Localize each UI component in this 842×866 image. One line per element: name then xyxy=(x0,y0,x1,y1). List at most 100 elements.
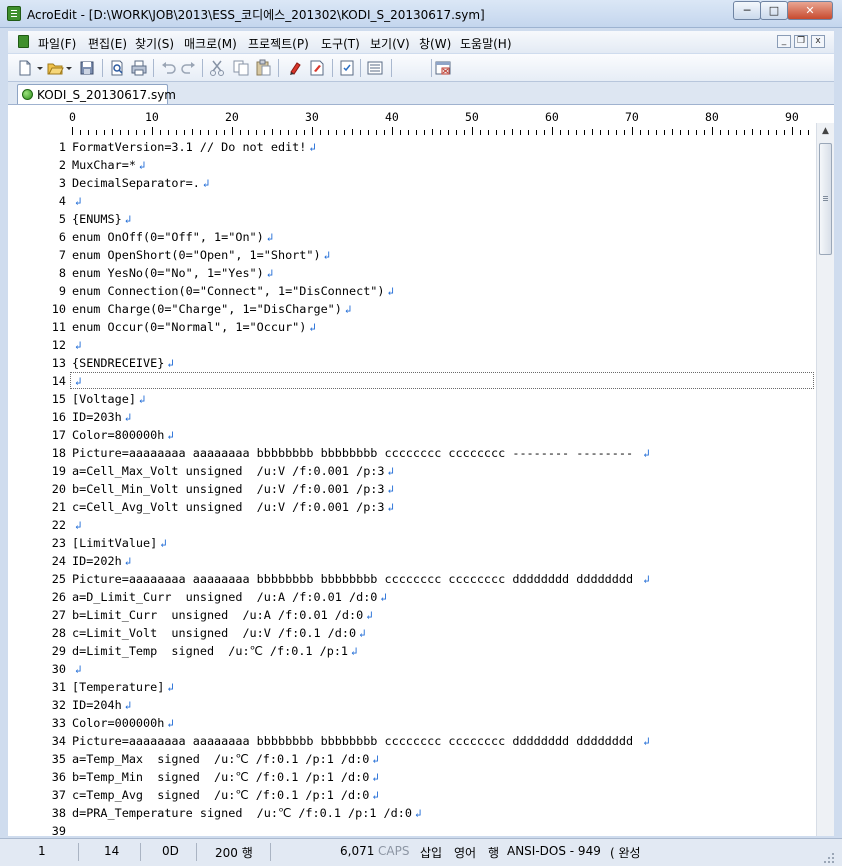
menu-view[interactable]: 보기(V) xyxy=(370,35,410,52)
line-text: c=Cell_Avg_Volt unsigned /u:V /f:0.001 /… xyxy=(72,498,394,517)
copy-icon[interactable] xyxy=(232,59,250,77)
line-text: DecimalSeparator=. ↲ xyxy=(72,174,209,193)
undo-icon[interactable] xyxy=(159,59,177,77)
code-line[interactable]: 30 ↲ xyxy=(8,660,814,678)
menu-find[interactable]: 찾기(S) xyxy=(135,35,174,52)
menu-help[interactable]: 도움말(H) xyxy=(460,35,512,52)
new-file-icon[interactable] xyxy=(16,59,34,77)
status-encoding[interactable]: ANSI-DOS - 949 xyxy=(507,844,601,858)
ruler-tick xyxy=(528,130,529,135)
code-line[interactable]: 29 d=Limit_Temp signed /u:℃ /f:0.1 /p:1 ↲ xyxy=(8,642,814,660)
ruler-tick xyxy=(312,127,313,135)
menu-macro[interactable]: 매크로(M) xyxy=(184,35,237,52)
code-line[interactable]: 33 Color=000000h ↲ xyxy=(8,714,814,732)
code-line[interactable]: 6 enum OnOff(0="Off", 1="On") ↲ xyxy=(8,228,814,246)
properties-icon[interactable] xyxy=(338,59,356,77)
code-line[interactable]: 35 a=Temp_Max signed /u:℃ /f:0.1 /p:1 /d:… xyxy=(8,750,814,768)
line-text: a=D_Limit_Curr unsigned /u:A /f:0.01 /d:… xyxy=(72,588,387,607)
status-insert-mode[interactable]: 삽입 xyxy=(420,844,442,861)
code-line[interactable]: 1 FormatVersion=3.1 // Do not edit! ↲ xyxy=(8,138,814,156)
doc-minimize-button[interactable]: _ xyxy=(777,35,791,48)
code-line[interactable]: 32 ID=204h ↲ xyxy=(8,696,814,714)
code-line[interactable]: 3 DecimalSeparator=. ↲ xyxy=(8,174,814,192)
code-line[interactable]: 14 ↲ xyxy=(8,372,814,390)
code-line[interactable]: 22 ↲ xyxy=(8,516,814,534)
code-line[interactable]: 7 enum OpenShort(0="Open", 1="Short") ↲ xyxy=(8,246,814,264)
menu-file[interactable]: 파일(F) xyxy=(38,35,76,52)
close-window-icon[interactable] xyxy=(434,59,452,77)
print-icon[interactable] xyxy=(130,59,148,77)
scroll-thumb[interactable] xyxy=(819,143,832,255)
maximize-button[interactable]: □ xyxy=(760,1,788,20)
open-folder-icon[interactable] xyxy=(46,59,64,77)
menu-edit[interactable]: 편집(E) xyxy=(88,35,127,52)
print-preview-icon[interactable] xyxy=(108,59,126,77)
paste-icon[interactable] xyxy=(254,59,272,77)
code-line[interactable]: 11 enum Occur(0="Normal", 1="Occur") ↲ xyxy=(8,318,814,336)
doc-close-button[interactable]: x xyxy=(811,35,825,48)
code-line[interactable]: 36 b=Temp_Min signed /u:℃ /f:0.1 /p:1 /d:… xyxy=(8,768,814,786)
status-row-mode: 행 xyxy=(488,846,500,860)
chevron-down-icon[interactable] xyxy=(35,59,45,77)
code-line[interactable]: 16 ID=203h ↲ xyxy=(8,408,814,426)
line-text: ↲ xyxy=(72,336,82,355)
code-line[interactable]: 20 b=Cell_Min_Volt unsigned /u:V /f:0.001… xyxy=(8,480,814,498)
editor-pane[interactable]: 0 10 20 30 40 50 60 70 80 90 1 FormatVersion=3.1 /… xyxy=(8,105,834,836)
code-line[interactable]: 31 [Temperature] ↲ xyxy=(8,678,814,696)
code-line[interactable]: 10 enum Charge(0="Charge", 1="DisCharge")… xyxy=(8,300,814,318)
code-line[interactable]: 37 c=Temp_Avg signed /u:℃ /f:0.1 /p:1 /d:… xyxy=(8,786,814,804)
menu-project[interactable]: 프로젝트(P) xyxy=(248,35,309,52)
code-line[interactable]: 21 c=Cell_Avg_Volt unsigned /u:V /f:0.001… xyxy=(8,498,814,516)
code-line[interactable]: 13 {SENDRECEIVE} ↲ xyxy=(8,354,814,372)
code-line[interactable]: 28 c=Limit_Volt unsigned /u:V /f:0.1 /d:0… xyxy=(8,624,814,642)
doc-restore-button[interactable]: ❐ xyxy=(794,35,808,48)
code-line[interactable]: 12 ↲ xyxy=(8,336,814,354)
chevron-down-icon[interactable] xyxy=(64,59,74,77)
code-line[interactable]: 9 enum Connection(0="Connect", 1="DisConn… xyxy=(8,282,814,300)
ruler-tick xyxy=(616,130,617,135)
line-content: [LimitValue] xyxy=(72,536,158,550)
code-line[interactable]: 23 [LimitValue] ↲ xyxy=(8,534,814,552)
scroll-up-arrow[interactable]: ▲ xyxy=(817,123,834,139)
minimize-button[interactable]: ─ xyxy=(733,1,761,20)
line-text: enum Connection(0="Connect", 1="DisConne… xyxy=(72,282,394,301)
menu-window[interactable]: 창(W) xyxy=(419,35,451,52)
code-line[interactable]: 17 Color=800000h ↲ xyxy=(8,426,814,444)
line-break-icon: ↲ xyxy=(372,789,379,802)
code-line[interactable]: 39 xyxy=(8,822,814,836)
ruler-tick xyxy=(392,127,393,135)
bookmark-icon[interactable] xyxy=(286,59,304,77)
code-line[interactable]: 26 a=D_Limit_Curr unsigned /u:A /f:0.01 /… xyxy=(8,588,814,606)
tab-kodi-s-20130617[interactable]: KODI_S_20130617.sym xyxy=(17,84,176,104)
code-line[interactable]: 4 ↲ xyxy=(8,192,814,210)
code-line[interactable]: 19 a=Cell_Max_Volt unsigned /u:V /f:0.001… xyxy=(8,462,814,480)
code-line[interactable]: 18 Picture=aaaaaaaa aaaaaaaa bbbbbbbb bbb… xyxy=(8,444,814,462)
ruler-tick xyxy=(752,129,753,135)
menu-tools[interactable]: 도구(T) xyxy=(321,35,360,52)
line-break-icon: ↲ xyxy=(387,501,395,514)
code-line[interactable]: 15 [Voltage] ↲ xyxy=(8,390,814,408)
line-content: ID=203h xyxy=(72,410,122,424)
vertical-scrollbar[interactable]: ▲ xyxy=(816,123,834,836)
bookmark-next-icon[interactable] xyxy=(308,59,326,77)
redo-icon[interactable] xyxy=(180,59,198,77)
cut-icon[interactable] xyxy=(208,59,226,77)
code-line[interactable]: 2 MuxChar=* ↲ xyxy=(8,156,814,174)
line-number: 29 xyxy=(51,644,66,658)
code-line[interactable]: 34 Picture=aaaaaaaa aaaaaaaa bbbbbbbb bbb… xyxy=(8,732,814,750)
resize-grip-icon[interactable] xyxy=(822,851,836,865)
code-line[interactable]: 27 b=Limit_Curr unsigned /u:A /f:0.01 /d:… xyxy=(8,606,814,624)
list-icon[interactable] xyxy=(366,59,384,77)
code-line[interactable]: 5 {ENUMS} ↲ xyxy=(8,210,814,228)
save-icon[interactable] xyxy=(78,59,96,77)
code-line[interactable]: 25 Picture=aaaaaaaa aaaaaaaa bbbbbbbb bbb… xyxy=(8,570,814,588)
code-line[interactable]: 24 ID=202h ↲ xyxy=(8,552,814,570)
code-line[interactable]: 8 enum YesNo(0="No", 1="Yes") ↲ xyxy=(8,264,814,282)
line-text: ID=203h ↲ xyxy=(72,408,131,427)
ruler-label: 40 xyxy=(385,110,399,124)
ruler-tick xyxy=(712,127,713,135)
code-line[interactable]: 38 d=PRA_Temperature signed /u:℃ /f:0.1 /… xyxy=(8,804,814,822)
ruler-tick xyxy=(384,130,385,135)
close-button[interactable]: ✕ xyxy=(787,1,833,20)
document-icon[interactable] xyxy=(18,35,29,48)
